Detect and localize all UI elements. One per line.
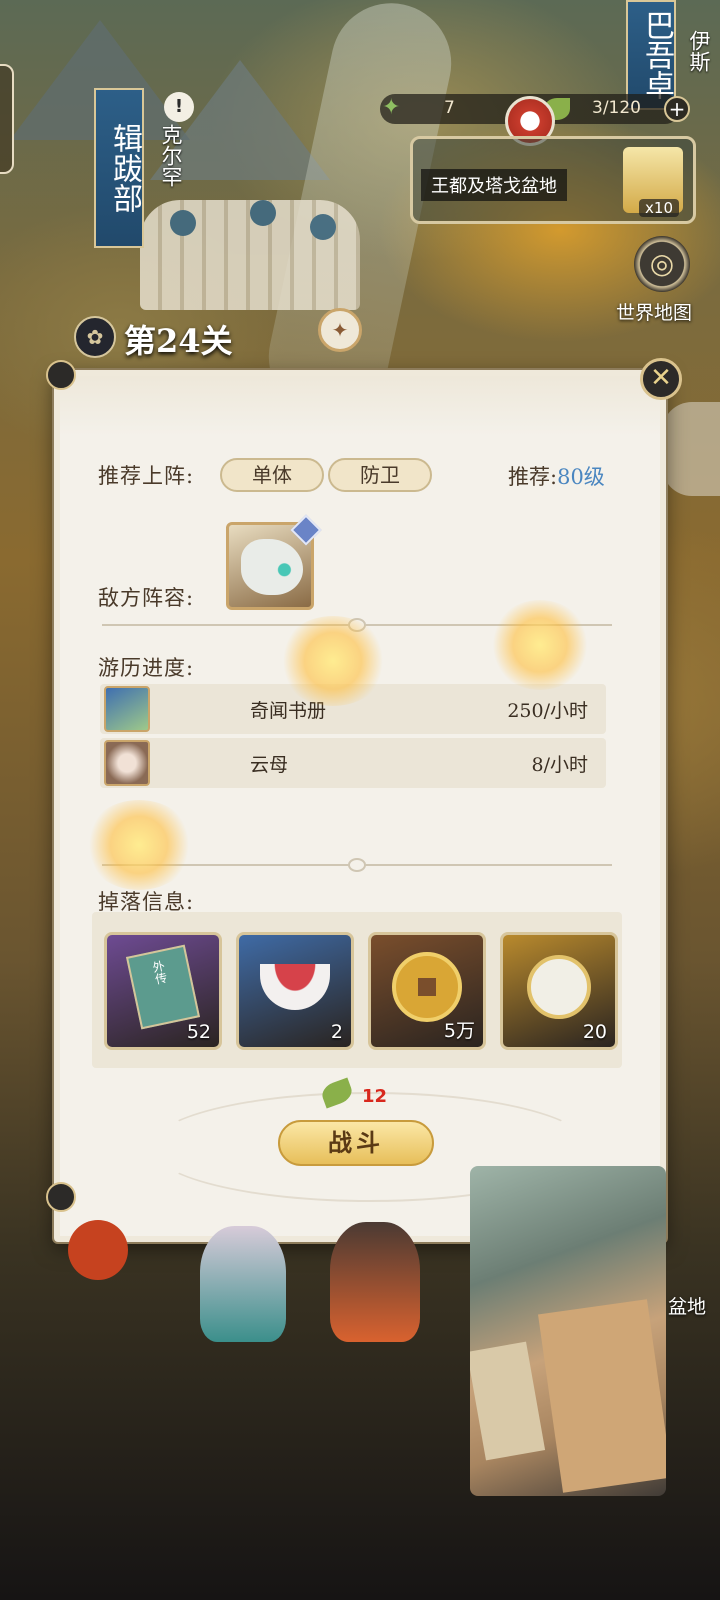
stage-emblem-icon: ✿ xyxy=(74,316,116,358)
recommend-level-value: 80级 xyxy=(557,465,605,489)
fight-cost: 12 xyxy=(362,1086,388,1107)
coin-icon xyxy=(392,951,462,1022)
region-label-basin[interactable]: 盆地 xyxy=(668,1292,706,1319)
world-map-label[interactable]: 世界地图 xyxy=(616,298,692,325)
drop-item-coin[interactable]: 5万 xyxy=(368,932,486,1050)
corner-ornament xyxy=(46,1182,76,1212)
close-icon: ✕ xyxy=(650,363,672,393)
hero-character[interactable] xyxy=(200,1226,286,1342)
fan-icon xyxy=(527,954,591,1019)
stamina-value: 7 xyxy=(444,98,455,118)
region-card[interactable]: 王都及塔戈盆地 x10 xyxy=(410,136,696,224)
coin-hole xyxy=(418,977,436,996)
panel-header-decoration xyxy=(60,376,660,436)
recommend-level-label: 推荐: xyxy=(508,465,558,489)
book-icon: 外传 xyxy=(125,944,201,1029)
enemy-portrait[interactable] xyxy=(226,514,322,610)
progress-item-rate: 8/小时 xyxy=(531,754,589,776)
right-side-tab[interactable] xyxy=(662,402,720,496)
drop-item-bowl[interactable]: 2 xyxy=(236,932,354,1050)
world-map-icon: ◎ xyxy=(649,247,675,280)
recommend-lineup-label: 推荐上阵: xyxy=(98,464,195,488)
city-dome xyxy=(250,200,276,226)
stage-header: ✿ 第24关 xyxy=(66,312,386,362)
glow-particle xyxy=(278,616,388,706)
lineup-tag-single[interactable]: 单体 xyxy=(220,458,324,492)
drops-list: 外传 52 2 5万 20 xyxy=(92,912,622,1068)
drop-count: 5万 xyxy=(443,1020,475,1042)
region-reward-count: x10 xyxy=(639,199,679,217)
drop-count: 52 xyxy=(186,1021,211,1043)
side-drawer-tab[interactable] xyxy=(0,64,14,174)
region-card-name: 王都及塔戈盆地 xyxy=(421,169,567,201)
progress-item-name: 云母 xyxy=(250,754,289,776)
city-dome xyxy=(170,210,196,236)
leaf-value: 3/120 xyxy=(592,98,641,118)
progress-row: 云母 8/小时 xyxy=(100,738,606,788)
progress-label: 游历进度: xyxy=(98,656,195,680)
mica-icon xyxy=(104,740,150,786)
glow-particle xyxy=(490,600,590,690)
lantern-decoration xyxy=(68,1220,128,1280)
book-cover-title: 外传 xyxy=(150,958,169,986)
element-badge-icon xyxy=(290,514,322,546)
drop-count: 20 xyxy=(582,1021,607,1043)
glow-particle xyxy=(84,800,194,890)
enemy-lineup-label: 敌方阵容: xyxy=(98,586,195,610)
progress-item-rate: 250/小时 xyxy=(507,700,588,722)
drop-item-book[interactable]: 外传 52 xyxy=(104,932,222,1050)
region-label-yisi[interactable]: 伊斯 xyxy=(684,30,714,72)
city-dome xyxy=(310,214,336,240)
recommend-level: 推荐:80级 xyxy=(508,461,605,491)
video-frame-content xyxy=(538,1299,666,1493)
region-label-keerhan[interactable]: 克尔罕 xyxy=(156,124,186,187)
corner-ornament xyxy=(46,360,76,390)
hero-character[interactable] xyxy=(330,1222,420,1342)
alert-pin-icon[interactable]: ! xyxy=(164,92,194,122)
bowl-icon xyxy=(260,963,330,1010)
region-banner-jibabu[interactable]: 辑跋部 xyxy=(94,88,144,248)
add-leaf-button[interactable]: + xyxy=(664,96,690,122)
video-frame-content xyxy=(470,1341,546,1461)
floating-video-window[interactable] xyxy=(470,1166,666,1496)
drop-count: 2 xyxy=(330,1021,343,1043)
stamina-icon: ✦ xyxy=(382,95,401,120)
world-map-button[interactable]: ◎ xyxy=(634,236,690,292)
dragon-head-icon xyxy=(241,539,303,595)
stage-title: 第24关 xyxy=(124,322,233,360)
drop-item-fan[interactable]: 20 xyxy=(500,932,618,1050)
close-button[interactable]: ✕ xyxy=(640,358,682,400)
fight-button[interactable]: 战斗 xyxy=(278,1120,434,1166)
city-decoration xyxy=(140,200,360,310)
book-icon xyxy=(104,686,150,732)
divider-ornament xyxy=(348,858,366,872)
lineup-tag-defense[interactable]: 防卫 xyxy=(328,458,432,492)
